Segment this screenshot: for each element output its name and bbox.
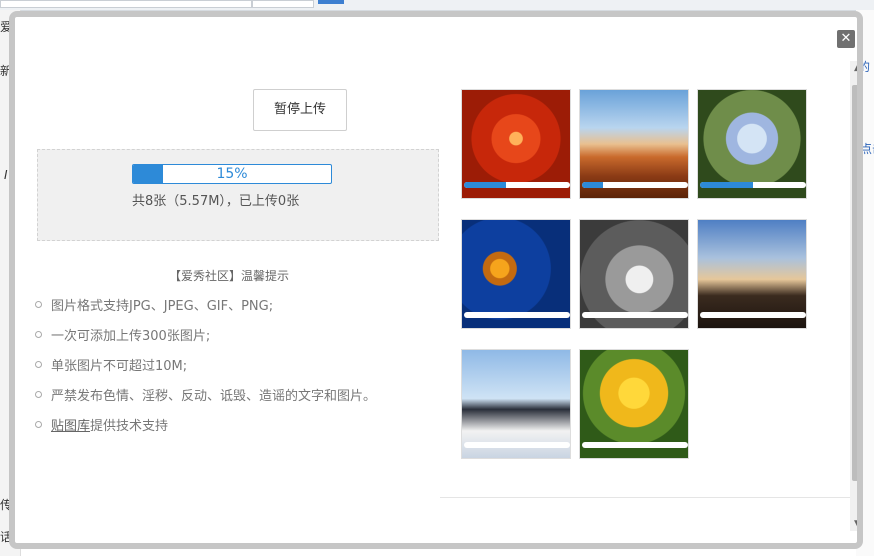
thumbnail-progress-fill [464,182,507,188]
thumbnail-progress-bar [700,312,806,318]
thumbnail-chrysanthemum[interactable] [461,89,571,199]
vertical-scrollbar[interactable]: ▲ ▼ [850,61,857,531]
thumbnail-desert[interactable] [579,89,689,199]
tips-title: 【爱秀社区】温馨提示 [169,269,290,283]
overall-progress-bar: 15% [132,164,332,184]
tip-item: 一次可添加上传300张图片; [35,325,376,355]
thumbnail-progress-bar [582,182,688,188]
thumbnail-jellyfish[interactable] [461,219,571,329]
thumbnail-progress-bar [582,442,688,448]
background-button [318,0,344,4]
tip-item: 贴图库提供技术支持 [35,415,376,445]
thumbnail-progress-bar [464,182,570,188]
close-icon[interactable]: ✕ [837,30,855,48]
tips-list: 图片格式支持JPG、JPEG、GIF、PNG; 一次可添加上传300张图片; 单… [35,295,376,445]
tip-item: 单张图片不可超过10M; [35,355,376,385]
thumbnail-hydrangea[interactable] [697,89,807,199]
divider [440,497,852,498]
upload-summary: 共8张（5.57M），已上传0张 [132,194,300,209]
thumbnail-tulips[interactable] [579,349,689,459]
thumbnail-penguins[interactable] [461,349,571,459]
background-field [252,0,314,8]
tip-item: 严禁发布色情、淫秽、反动、诋毁、造谣的文字和图片。 [35,385,376,415]
upload-dialog: ✕ 暂停上传 15% 共8张（5.57M），已上传0张 【爱秀社区】温馨提示 图… [9,11,863,549]
background-toolbar [0,0,874,11]
thumbnail-grid [461,89,821,469]
tip-link-suffix: 提供技术支持 [90,419,169,434]
thumbnail-progress-bar [582,312,688,318]
thumbnail-progress-fill [700,182,753,188]
thumbnail-koala[interactable] [579,219,689,329]
scrollbar-thumb[interactable] [852,85,857,481]
thumbnail-progress-bar [464,442,570,448]
overall-progress-text: 15% [216,166,248,182]
upload-status-panel: 15% 共8张（5.57M），已上传0张 [37,149,439,241]
thumbnail-lighthouse[interactable] [697,219,807,329]
thumbnail-progress-fill [582,182,604,188]
background-field [0,0,252,8]
thumbnail-progress-bar [700,182,806,188]
pause-upload-button[interactable]: 暂停上传 [253,89,347,131]
tip-item: 图片格式支持JPG、JPEG、GIF、PNG; [35,295,376,325]
scroll-down-icon[interactable]: ▼ [850,517,857,531]
background-text: I [4,168,8,182]
tietuku-link[interactable]: 贴图库 [51,419,90,434]
thumbnail-progress-bar [464,312,570,318]
scroll-up-icon[interactable]: ▲ [850,61,857,75]
